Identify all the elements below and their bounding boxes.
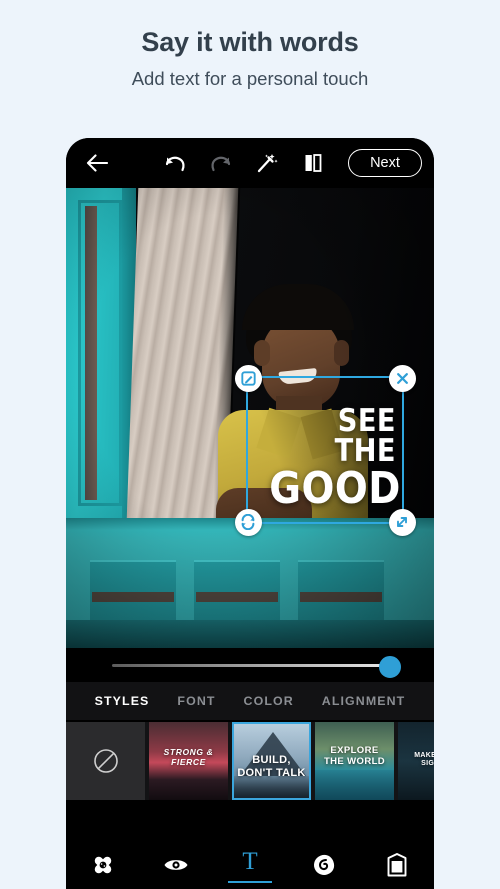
phone-mockup: Next SEE THE GOOD STYLES FONT COLOR ALIG… (66, 138, 434, 889)
eye-icon (164, 859, 188, 870)
style-thumb-make[interactable]: MAKE IT SIM SIGNIFIC (398, 722, 434, 800)
style-thumb-strong-line2: FIERCE (171, 756, 206, 767)
text-selection-box[interactable] (234, 364, 416, 536)
blend-swirl-icon (313, 854, 334, 875)
tab-styles[interactable]: STYLES (95, 694, 150, 708)
active-tab-indicator (227, 880, 272, 883)
compare-split-icon (305, 154, 322, 172)
next-button[interactable]: Next (348, 149, 422, 177)
no-style-icon (93, 749, 118, 773)
compare-button[interactable] (290, 138, 336, 188)
style-thumb-none[interactable] (66, 722, 145, 800)
style-thumbnail-strip[interactable]: STRONG & FIERCE BUILD, DON'T TALK EXPLOR… (66, 722, 434, 800)
opacity-slider-row (66, 648, 434, 682)
style-thumb-build-line2: DON'T TALK (237, 766, 306, 779)
bottom-nav: T (66, 840, 434, 889)
rotate-flip-icon (241, 514, 255, 530)
style-thumb-make-line1: MAKE IT SIM (414, 752, 434, 759)
nav-item-heal[interactable] (73, 840, 133, 889)
style-thumb-strong[interactable]: STRONG & FIERCE (149, 722, 228, 800)
style-thumb-build-line1: BUILD, (252, 754, 291, 766)
tab-alignment[interactable]: ALIGNMENT (322, 694, 406, 708)
opacity-slider[interactable] (112, 656, 401, 678)
text-option-tabs: STYLES FONT COLOR ALIGNMENT (66, 682, 434, 720)
style-thumb-explore[interactable]: EXPLORE THE WORLD (315, 722, 394, 800)
frame-icon (387, 852, 407, 876)
style-thumb-make-line2: SIGNIFIC (421, 760, 434, 768)
style-thumb-build[interactable]: BUILD, DON'T TALK (232, 722, 311, 800)
undo-icon (165, 156, 185, 172)
style-thumb-explore-line2: THE WORLD (323, 755, 386, 767)
promo-header: Say it with words Add text for a persona… (0, 0, 500, 91)
text-t-icon: T (242, 847, 258, 875)
resize-handle[interactable] (388, 508, 416, 536)
rotate-flip-handle[interactable] (234, 508, 262, 536)
delete-text-handle[interactable] (388, 364, 416, 392)
redo-icon (211, 156, 231, 172)
tab-color[interactable]: COLOR (244, 694, 294, 708)
resize-diagonal-icon (397, 517, 407, 527)
edit-text-handle[interactable] (234, 364, 262, 392)
undo-button[interactable] (152, 138, 198, 188)
healing-patch-icon (94, 856, 112, 873)
magic-wand-icon (257, 154, 278, 173)
arrow-left-icon (86, 154, 108, 172)
nav-item-effects[interactable] (294, 840, 354, 889)
photo-canvas[interactable]: SEE THE GOOD (66, 188, 434, 648)
back-button[interactable] (66, 138, 128, 188)
page-title: Say it with words (141, 27, 359, 57)
page-subtitle: Add text for a personal touch (131, 68, 369, 90)
redo-button[interactable] (198, 138, 244, 188)
editor-toolbar: Next (66, 138, 434, 188)
tab-font[interactable]: FONT (177, 694, 215, 708)
nav-item-retouch[interactable] (146, 840, 206, 889)
nav-item-frames[interactable] (367, 840, 427, 889)
nav-item-text[interactable]: T (220, 840, 280, 889)
slider-thumb[interactable] (379, 656, 401, 678)
edit-pencil-icon (240, 370, 256, 386)
magic-enhance-button[interactable] (244, 138, 290, 188)
close-x-icon (396, 372, 408, 384)
